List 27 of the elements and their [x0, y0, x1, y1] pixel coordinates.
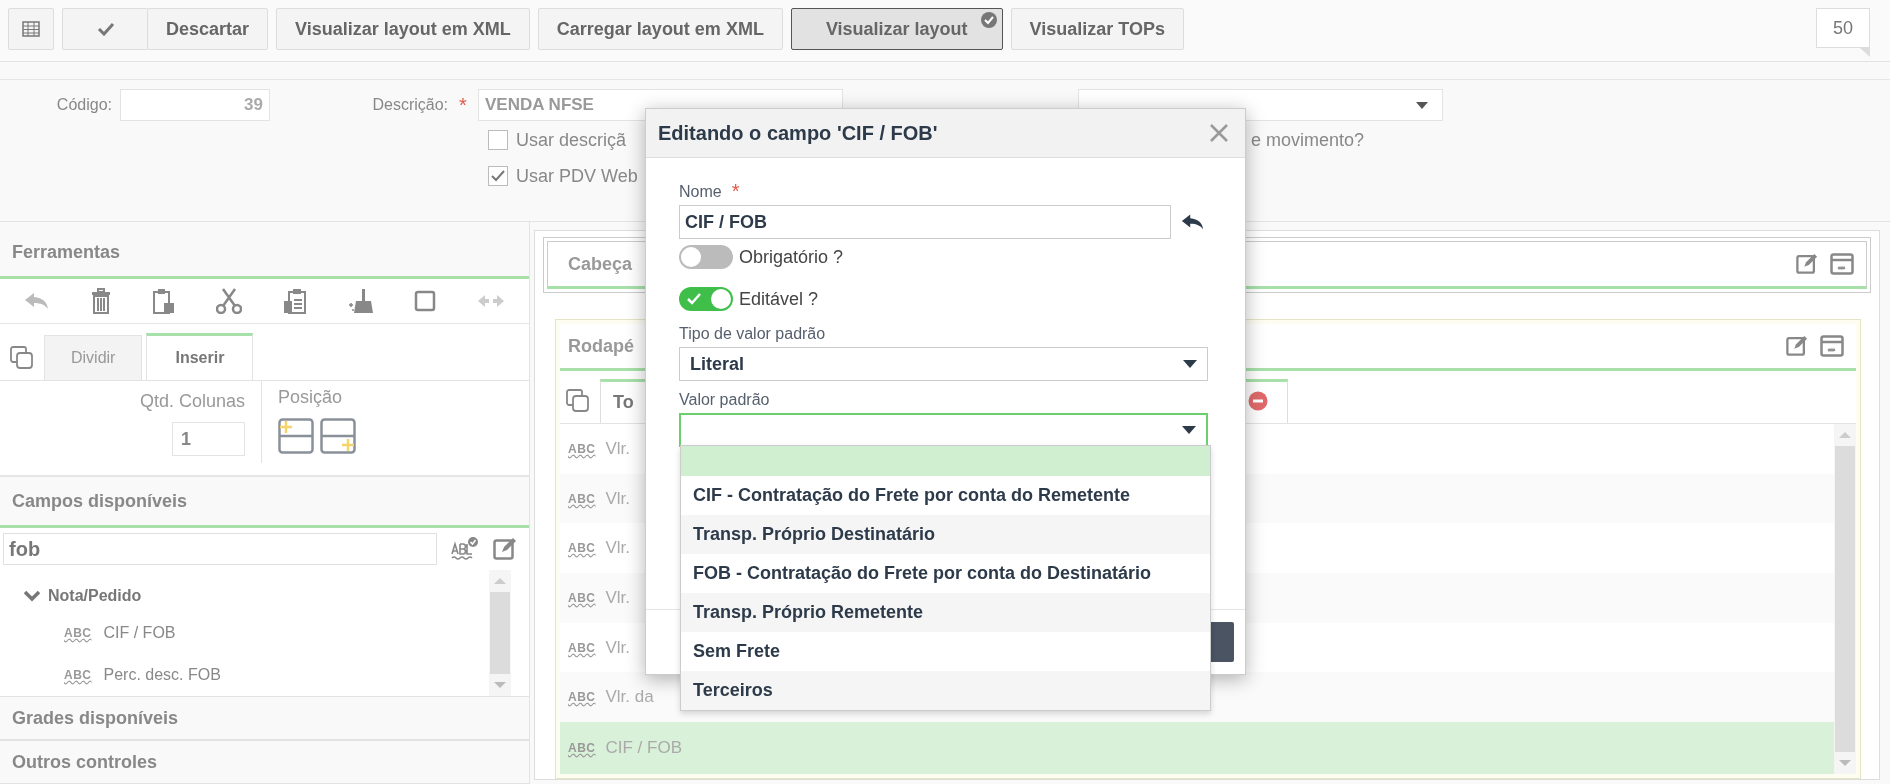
checkbox-label: Usar descriçã	[516, 129, 627, 150]
text-field-icon: ABC	[568, 741, 596, 756]
dialog-title: Editando o campo 'CIF / FOB'	[658, 121, 938, 145]
field-label: Descrição:	[371, 96, 448, 114]
section-title: Cabeça	[568, 253, 633, 275]
field-label: Código:	[55, 96, 113, 114]
toggle-label: Obrigatório ?	[739, 246, 844, 268]
text-field-icon: ABC	[568, 541, 596, 556]
text-field-icon: ABC	[568, 491, 596, 506]
position-label: Posição	[278, 387, 344, 408]
section-title: Rodapé	[568, 335, 634, 357]
text-field-icon: ABC	[568, 640, 596, 655]
field-label: Nome	[679, 182, 722, 201]
required-mark: *	[459, 93, 467, 116]
required-mark: *	[731, 180, 740, 203]
text-field-icon: ABC	[568, 441, 596, 456]
text-field-icon: ABC	[568, 590, 596, 605]
checkbox-label: Usar PDV Web	[516, 165, 638, 186]
text-field-icon: ABC	[568, 690, 596, 705]
field-label: Valor padrão	[679, 391, 770, 409]
toggle-label: Editável ?	[739, 288, 819, 310]
form-label: e movimento?	[1251, 129, 1365, 151]
field-label: Tipo de valor padrão	[679, 325, 826, 343]
columns-label: Qtd. Colunas	[139, 391, 245, 412]
text-field-icon: ABC	[64, 668, 92, 682]
page-counter: 50	[1816, 8, 1870, 48]
text-field-icon: ABC	[64, 626, 92, 640]
